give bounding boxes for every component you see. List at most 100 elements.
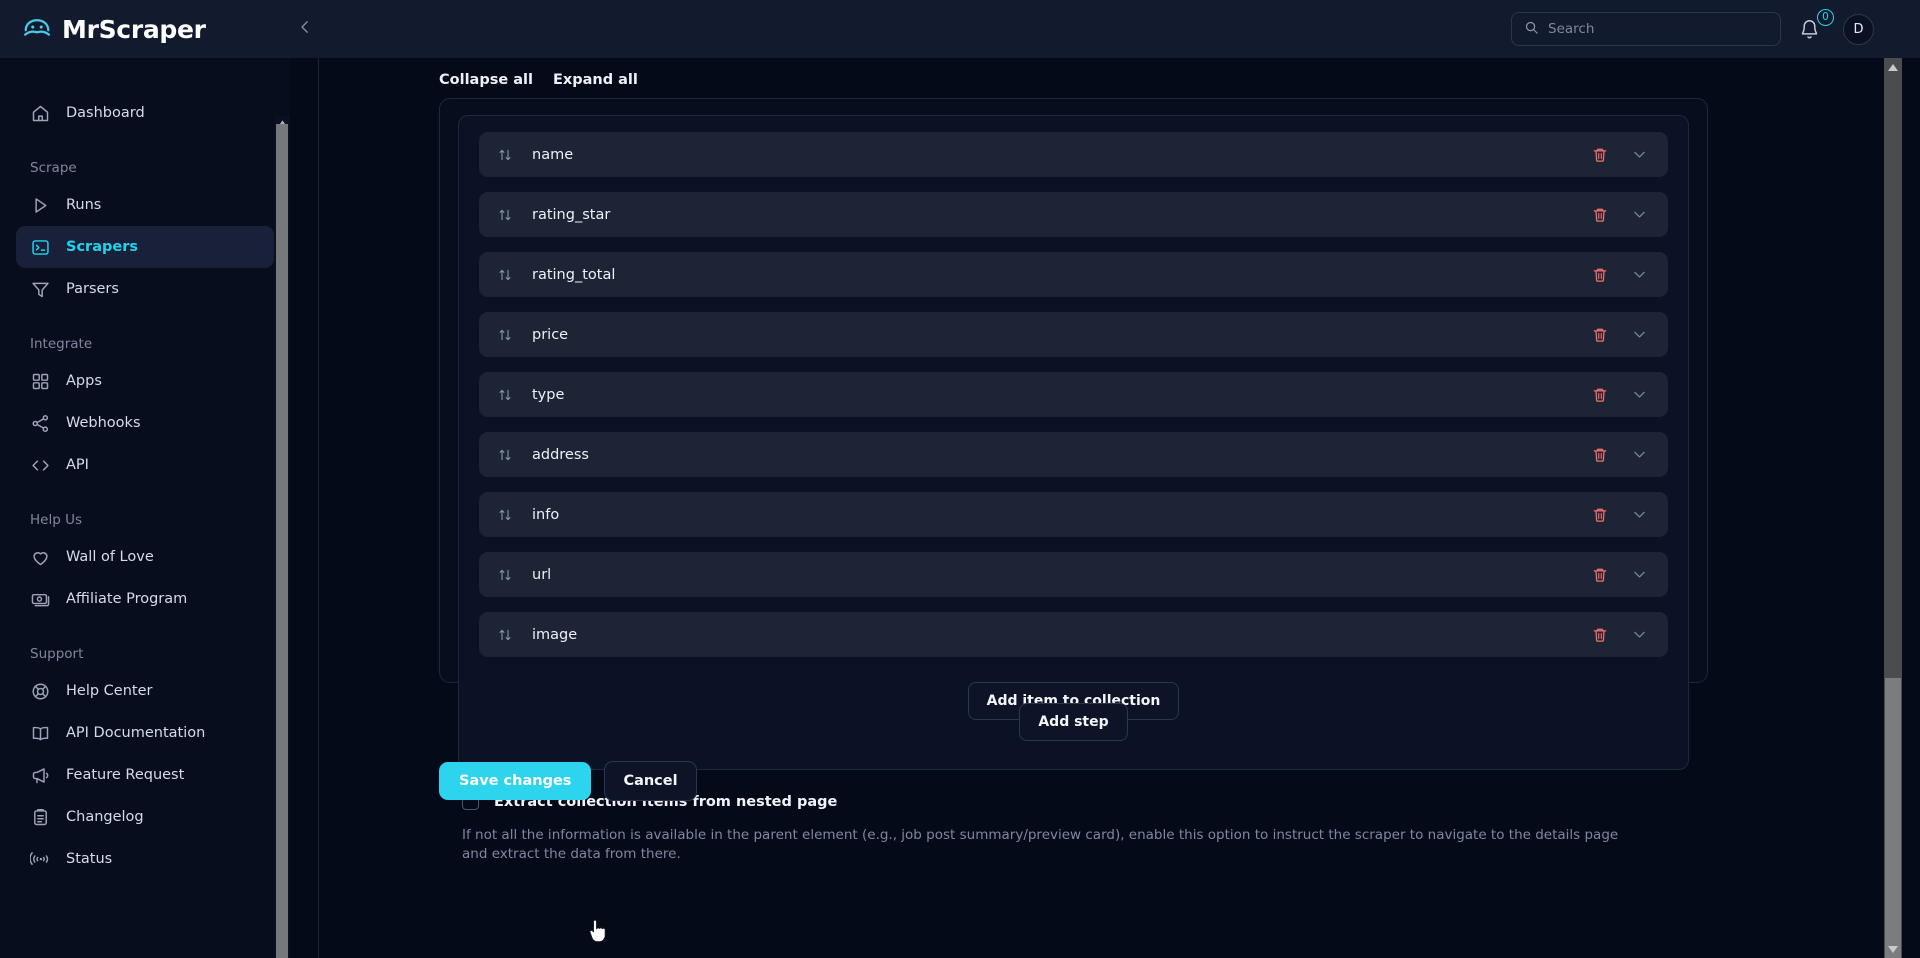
trash-icon[interactable] <box>1591 566 1609 584</box>
avatar[interactable]: D <box>1843 13 1874 45</box>
collection-field-row[interactable]: price <box>479 312 1668 357</box>
chevron-left-icon <box>296 18 314 40</box>
sort-updown-icon[interactable] <box>497 567 513 583</box>
sidebar-item-changelog[interactable]: Changelog <box>16 796 274 838</box>
sidebar-item-api-documentation[interactable]: API Documentation <box>16 712 274 754</box>
chevron-down-icon[interactable] <box>1631 506 1648 523</box>
search-box[interactable] <box>1511 12 1781 46</box>
trash-icon[interactable] <box>1591 146 1609 164</box>
collection-field-name: price <box>532 326 569 343</box>
sidebar-item-wall-of-love[interactable]: Wall of Love <box>16 536 274 578</box>
sidebar-item-feature-request[interactable]: Feature Request <box>16 754 274 796</box>
collection-field-name: name <box>532 146 574 163</box>
grid-icon <box>30 371 51 392</box>
main-inner: Collapse all Expand all name rating_starr… <box>319 58 1902 958</box>
brand-name: MrScraper <box>62 14 206 44</box>
chevron-down-icon[interactable] <box>1631 386 1648 403</box>
sort-updown-icon[interactable] <box>497 387 513 403</box>
sidebar: Dashboard Scrape Runs Scrapers Parsers Integr… <box>0 58 290 958</box>
add-step-wrap: Add step <box>439 703 1708 741</box>
chevron-down-icon[interactable] <box>1631 446 1648 463</box>
collection-field-name: rating_total <box>532 266 616 283</box>
sidebar-item-webhooks[interactable]: Webhooks <box>16 402 274 444</box>
expand-all-link[interactable]: Expand all <box>553 72 638 88</box>
collection-field-row[interactable]: info <box>479 492 1668 537</box>
sort-updown-icon[interactable] <box>497 447 513 463</box>
trash-icon[interactable] <box>1591 386 1609 404</box>
sidebar-section-support: Support <box>30 646 84 662</box>
notification-badge: 0 <box>1817 9 1834 26</box>
collection-items-box: name rating_star rating_totalprice type addr… <box>458 115 1689 770</box>
row-actions <box>1591 566 1648 584</box>
collection-field-row[interactable]: address <box>479 432 1668 477</box>
sort-updown-icon[interactable] <box>497 147 513 163</box>
sidebar-item-help-center[interactable]: Help Center <box>16 670 274 712</box>
sidebar-item-scrapers[interactable]: Scrapers <box>16 226 274 268</box>
sort-updown-icon[interactable] <box>497 327 513 343</box>
collection-field-row[interactable]: url <box>479 552 1668 597</box>
main-scrollbar-thumb[interactable] <box>1885 678 1901 958</box>
sidebar-item-status[interactable]: Status <box>16 838 274 880</box>
sidebar-item-api[interactable]: API <box>16 444 274 486</box>
row-actions <box>1591 146 1648 164</box>
brand[interactable]: MrScraper <box>0 0 290 58</box>
sidebar-section-help-us: Help Us <box>30 512 82 528</box>
sort-updown-icon[interactable] <box>497 507 513 523</box>
sidebar-collapse-button[interactable] <box>290 14 320 44</box>
main-scrollbar[interactable] <box>1884 58 1902 958</box>
chevron-down-icon[interactable] <box>1631 566 1648 583</box>
sidebar-item-dashboard[interactable]: Dashboard <box>16 92 274 134</box>
home-icon <box>30 103 51 124</box>
search-input[interactable] <box>1548 21 1768 37</box>
chevron-down-icon[interactable] <box>1631 206 1648 223</box>
sort-updown-icon[interactable] <box>497 627 513 643</box>
collection-field-name: rating_star <box>532 206 611 223</box>
sidebar-item-parsers[interactable]: Parsers <box>16 268 274 310</box>
chevron-down-icon[interactable] <box>1631 626 1648 643</box>
collection-field-row[interactable]: name <box>479 132 1668 177</box>
chevron-down-icon[interactable] <box>1631 266 1648 283</box>
mrscraper-mask-icon <box>22 14 52 44</box>
add-step-button[interactable]: Add step <box>1019 703 1128 741</box>
sidebar-item-apps[interactable]: Apps <box>16 360 274 402</box>
chevron-down-icon[interactable] <box>1631 146 1648 163</box>
cancel-button[interactable]: Cancel <box>604 761 697 801</box>
notifications-button[interactable]: 0 <box>1799 9 1834 44</box>
trash-icon[interactable] <box>1591 446 1609 464</box>
collection-field-row[interactable]: rating_total <box>479 252 1668 297</box>
collection-field-row[interactable]: image <box>479 612 1668 657</box>
collection-field-name: info <box>532 506 560 523</box>
collection-field-name: address <box>532 446 589 463</box>
sort-updown-icon[interactable] <box>497 267 513 283</box>
sidebar-item-label: Affiliate Program <box>66 591 188 607</box>
collection-field-row[interactable]: rating_star <box>479 192 1668 237</box>
chevron-down-icon[interactable] <box>1631 326 1648 343</box>
lifebuoy-icon <box>30 681 51 702</box>
sidebar-item-label: Scrapers <box>66 239 138 255</box>
trash-icon[interactable] <box>1591 206 1609 224</box>
sidebar-scrollbar[interactable] <box>274 116 290 958</box>
trash-icon[interactable] <box>1591 626 1609 644</box>
main-scroll-down-arrow-icon[interactable] <box>1885 941 1901 957</box>
signal-icon <box>30 849 51 870</box>
search-icon <box>1524 20 1539 39</box>
sidebar-item-runs[interactable]: Runs <box>16 184 274 226</box>
row-actions <box>1591 446 1648 464</box>
sidebar-item-affiliate-program[interactable]: Affiliate Program <box>16 578 274 620</box>
sidebar-item-label: Apps <box>66 373 102 389</box>
expand-collapse-toolbar: Collapse all Expand all <box>319 58 1902 88</box>
trash-icon[interactable] <box>1591 266 1609 284</box>
bell-icon <box>1799 20 1820 44</box>
sidebar-scrollbar-thumb[interactable] <box>276 124 288 958</box>
main-scroll-up-arrow-icon[interactable] <box>1885 59 1901 75</box>
sidebar-item-label: Wall of Love <box>66 549 154 565</box>
sidebar-section-scrape: Scrape <box>30 160 77 176</box>
sort-updown-icon[interactable] <box>497 207 513 223</box>
book-icon <box>30 723 51 744</box>
collection-field-row[interactable]: type <box>479 372 1668 417</box>
trash-icon[interactable] <box>1591 506 1609 524</box>
collapse-all-link[interactable]: Collapse all <box>439 72 533 88</box>
trash-icon[interactable] <box>1591 326 1609 344</box>
save-changes-button[interactable]: Save changes <box>439 762 592 800</box>
